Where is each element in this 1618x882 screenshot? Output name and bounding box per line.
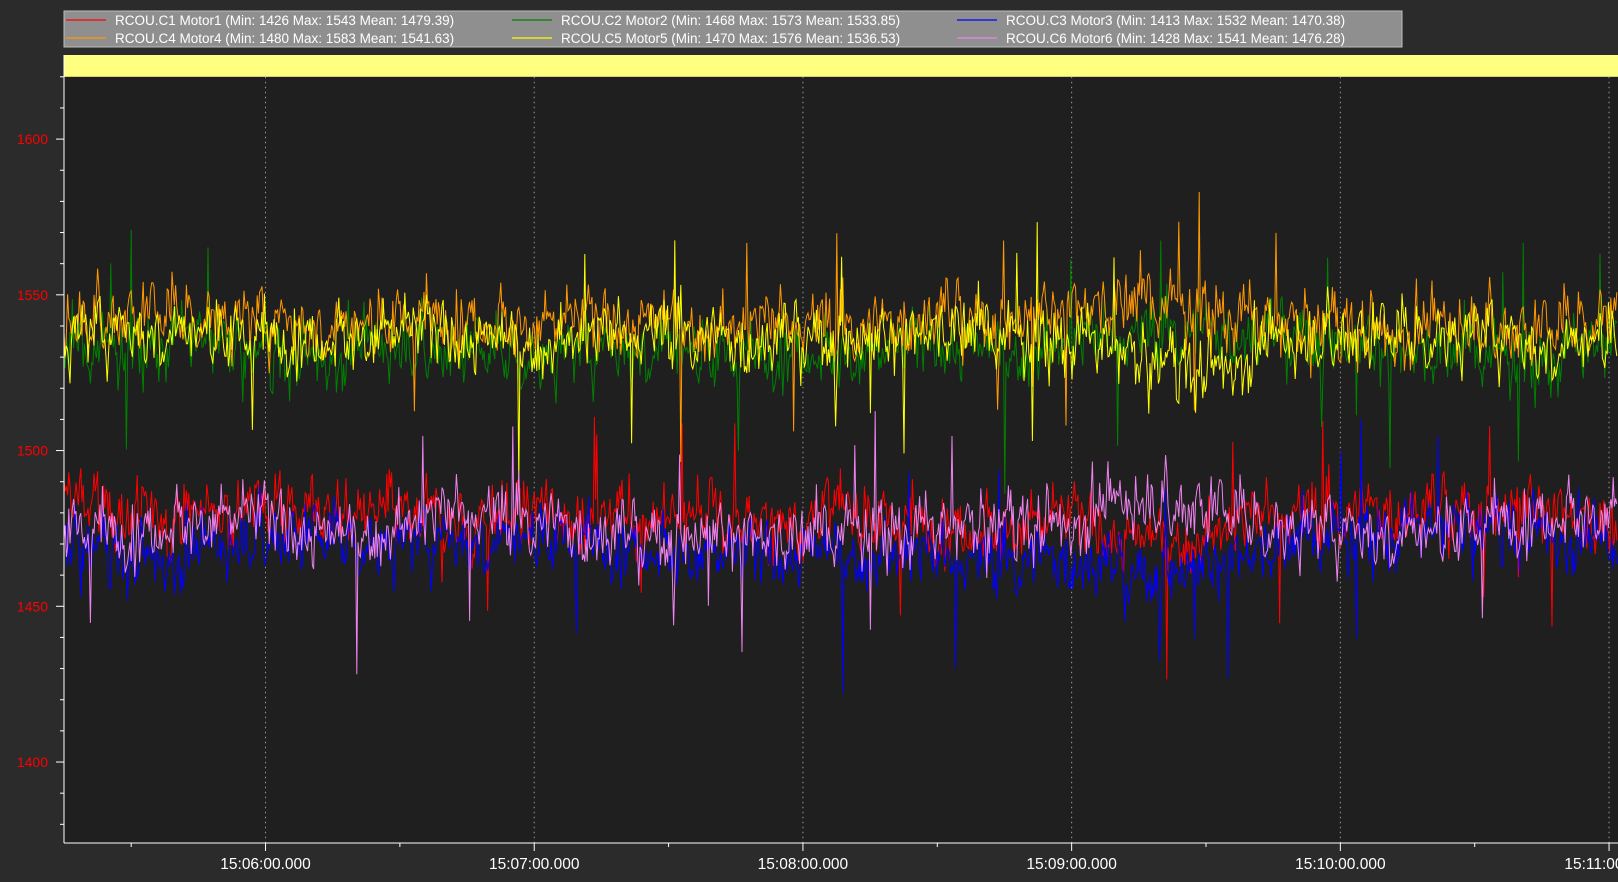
legend-label: RCOU.C2 Motor2 (Min: 1468 Max: 1573 Mean… [561,13,900,28]
legend-label: RCOU.C5 Motor5 (Min: 1470 Max: 1576 Mean… [561,31,900,46]
y-tick-label: 1450 [17,598,48,614]
x-tick-label: 15:10:00.000 [1295,856,1386,873]
y-tick-label: 1500 [17,443,48,459]
legend-label: RCOU.C4 Motor4 (Min: 1480 Max: 1583 Mean… [115,31,454,46]
x-tick-label: 15:07:00.000 [489,856,580,873]
highlight-band [64,55,1618,77]
x-tick-label: 15:11:00.000 [1564,856,1618,873]
legend-label: RCOU.C6 Motor6 (Min: 1428 Max: 1541 Mean… [1006,31,1345,46]
legend-label: RCOU.C3 Motor3 (Min: 1413 Max: 1532 Mean… [1006,13,1345,28]
x-tick-label: 15:08:00.000 [758,856,849,873]
legend-label: RCOU.C1 Motor1 (Min: 1426 Max: 1543 Mean… [115,13,454,28]
y-tick-label: 1550 [17,287,48,303]
plot-area [64,55,1618,843]
x-tick-label: 15:06:00.000 [220,856,311,873]
legend: RCOU.C1 Motor1 (Min: 1426 Max: 1543 Mean… [63,10,1403,48]
chart-container: 1400 1450 1500 1550 1600 15:06:00.000 15:07:00… [0,0,1618,882]
y-tick-label: 1400 [17,754,48,770]
line-chart: 1400 1450 1500 1550 1600 15:06:00.000 15:07:00… [17,10,1618,873]
y-tick-label: 1600 [17,131,48,147]
x-tick-label: 15:09:00.000 [1026,856,1117,873]
